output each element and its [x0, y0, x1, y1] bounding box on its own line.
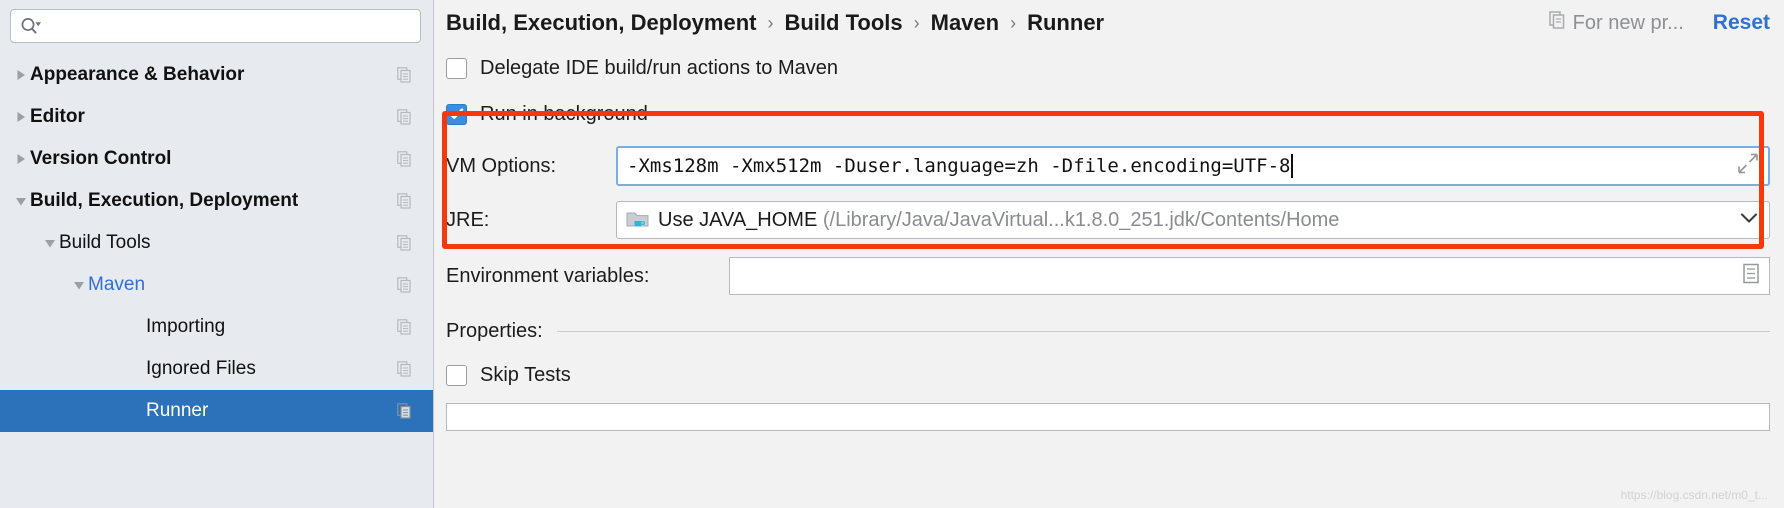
sidebar-item-appearance-behavior[interactable]: Appearance & Behavior — [0, 54, 433, 96]
sidebar-item-version-control[interactable]: Version Control — [0, 138, 433, 180]
jre-path: (/Library/Java/JavaVirtual...k1.8.0_251.… — [822, 208, 1340, 231]
sidebar-item-build-execution-deployment[interactable]: Build, Execution, Deployment — [0, 180, 433, 222]
properties-table[interactable] — [446, 403, 1770, 431]
sidebar-item-label: Importing — [146, 316, 226, 337]
environment-variables-input[interactable] — [729, 257, 1770, 295]
copy-icon[interactable] — [397, 193, 412, 209]
list-edit-icon[interactable] — [1741, 263, 1761, 290]
skip-tests-row: Skip Tests — [446, 355, 1784, 395]
settings-sidebar: Appearance & Behavior Editor Version Contr… — [0, 0, 434, 508]
copy-icon[interactable] — [397, 67, 412, 83]
sidebar-item-build-tools[interactable]: Build Tools — [0, 222, 433, 264]
sidebar-item-importing[interactable]: Importing — [0, 306, 433, 348]
for-new-projects-button[interactable]: For new pr... — [1548, 11, 1684, 35]
text-caret — [1291, 154, 1294, 178]
breadcrumb-item-3: Runner — [1027, 10, 1105, 35]
sidebar-item-label: Runner — [146, 400, 209, 421]
properties-label: Properties: — [446, 319, 543, 342]
delegate-label: Delegate IDE build/run actions to Maven — [480, 56, 838, 79]
run-in-background-label: Run in background — [480, 102, 648, 125]
sidebar-item-label: Version Control — [30, 148, 172, 169]
copy-icon[interactable] — [397, 319, 412, 335]
run-in-background-row: Run in background — [446, 90, 1784, 138]
copy-icon[interactable] — [397, 403, 412, 419]
breadcrumb-separator: › — [1010, 12, 1017, 33]
chevron-down-icon[interactable] — [1739, 211, 1759, 230]
watermark: https://blog.csdn.net/m0_t... — [1620, 488, 1768, 502]
jre-value: Use JAVA_HOME (/Library/Java/JavaVirtual… — [658, 209, 1339, 232]
properties-divider — [556, 330, 1770, 332]
search-input[interactable] — [42, 11, 420, 41]
sidebar-item-label: Build, Execution, Deployment — [30, 190, 299, 211]
copy-icon[interactable] — [397, 151, 412, 167]
properties-section: Properties: — [446, 309, 1784, 353]
check-icon — [449, 108, 464, 120]
copy-icon[interactable] — [397, 109, 412, 125]
breadcrumb-separator: › — [913, 12, 920, 33]
copy-icon[interactable] — [397, 235, 412, 251]
vm-options-input[interactable]: -Xms128m -Xmx512m -Duser.language=zh -Df… — [616, 146, 1770, 186]
jre-row: JRE: Use JAVA_HOME (/Library/Java/JavaVi… — [446, 197, 1784, 243]
copy-icon[interactable] — [397, 277, 412, 293]
skip-tests-label: Skip Tests — [480, 363, 571, 386]
for-new-projects-label: For new pr... — [1572, 11, 1684, 34]
breadcrumb: Build, Execution, Deployment › Build Too… — [434, 0, 1784, 46]
jre-combobox[interactable]: Use JAVA_HOME (/Library/Java/JavaVirtual… — [616, 201, 1770, 239]
chevron-right-icon[interactable] — [12, 150, 30, 168]
vm-options-label: VM Options: — [446, 154, 557, 177]
breadcrumb-item-1[interactable]: Build Tools — [784, 10, 902, 36]
expand-icon[interactable] — [1737, 153, 1759, 180]
sidebar-search-wrap — [0, 0, 433, 43]
vm-options-row: VM Options: -Xms128m -Xmx512m -Duser.lan… — [446, 142, 1784, 190]
skip-tests-checkbox[interactable] — [446, 364, 467, 386]
sidebar-item-label: Appearance & Behavior — [30, 64, 245, 85]
runner-form: Delegate IDE build/run actions to Maven … — [434, 46, 1784, 431]
copy-icon — [1548, 11, 1566, 35]
jre-label: JRE: — [446, 208, 490, 231]
sidebar-item-runner[interactable]: Runner — [0, 390, 433, 432]
sidebar-item-label: Build Tools — [59, 232, 151, 253]
settings-main-panel: Build, Execution, Deployment › Build Too… — [434, 0, 1784, 508]
vm-options-value: -Xms128m -Xmx512m -Duser.language=zh -Df… — [627, 155, 1291, 177]
environment-variables-row: Environment variables: — [446, 253, 1784, 299]
sidebar-item-maven[interactable]: Maven — [0, 264, 433, 306]
chevron-down-icon[interactable] — [41, 234, 59, 252]
delegate-checkbox[interactable] — [446, 57, 467, 79]
chevron-down-icon[interactable] — [12, 192, 30, 210]
sidebar-item-label: Editor — [30, 106, 85, 127]
sidebar-item-ignored-files[interactable]: Ignored Files — [0, 348, 433, 390]
sidebar-item-label: Maven — [88, 274, 146, 295]
breadcrumb-item-2[interactable]: Maven — [931, 10, 999, 36]
java-folder-icon — [626, 209, 650, 231]
reset-button[interactable]: Reset — [1713, 11, 1770, 35]
search-icon — [20, 17, 42, 35]
environment-variables-label: Environment variables: — [446, 264, 650, 287]
breadcrumb-item-0[interactable]: Build, Execution, Deployment — [446, 10, 756, 36]
sidebar-item-label: Ignored Files — [146, 358, 256, 379]
settings-dialog: Appearance & Behavior Editor Version Contr… — [0, 0, 1784, 508]
sidebar-item-editor[interactable]: Editor — [0, 96, 433, 138]
run-in-background-checkbox[interactable] — [446, 103, 467, 125]
delegate-row: Delegate IDE build/run actions to Maven — [446, 46, 1784, 90]
copy-icon[interactable] — [397, 361, 412, 377]
chevron-right-icon[interactable] — [12, 66, 30, 84]
search-box[interactable] — [10, 9, 421, 43]
jre-value-text: Use JAVA_HOME — [658, 208, 818, 231]
breadcrumb-separator: › — [767, 12, 774, 33]
settings-tree: Appearance & Behavior Editor Version Contr… — [0, 54, 433, 432]
chevron-down-icon[interactable] — [70, 276, 88, 294]
chevron-right-icon[interactable] — [12, 108, 30, 126]
